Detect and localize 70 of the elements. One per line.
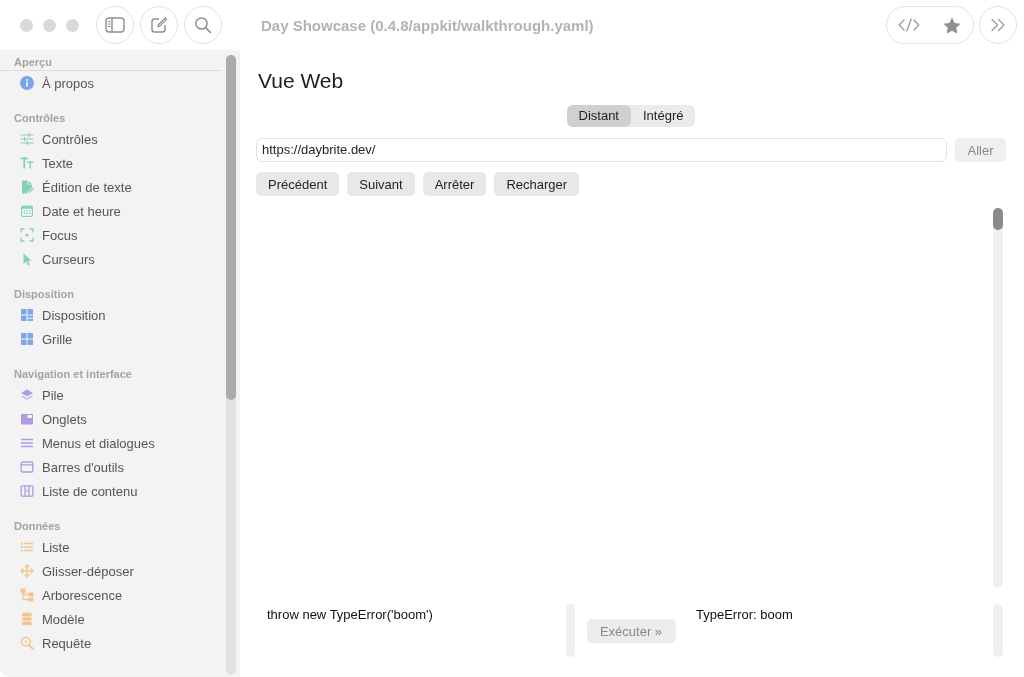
compose-icon: [150, 16, 168, 34]
compose-button[interactable]: [140, 6, 178, 44]
sidebar-item[interactable]: Liste: [20, 535, 70, 559]
segment-tab[interactable]: Distant: [566, 105, 631, 127]
search-button[interactable]: [184, 6, 222, 44]
window-icon: [20, 460, 34, 474]
sidebar-item[interactable]: Édition de texte: [20, 175, 132, 199]
sidebar-item[interactable]: Focus: [20, 223, 78, 247]
sidebar-item[interactable]: Requête: [20, 631, 92, 655]
sidebar-item[interactable]: Onglets: [20, 407, 87, 431]
sidebar-item[interactable]: Modèle: [20, 607, 85, 631]
section-header: Aperçu: [14, 55, 52, 70]
sidebar-item[interactable]: Disposition: [20, 303, 106, 327]
sidebar-toggle-button[interactable]: [96, 6, 134, 44]
url-field[interactable]: https://daybrite.dev/: [256, 138, 947, 162]
scrollbar-thumb[interactable]: [993, 208, 1003, 230]
nav-button[interactable]: Précédent: [256, 172, 340, 196]
tab-window-icon: [20, 412, 34, 426]
lines-icon: [20, 436, 34, 450]
sidebar-item[interactable]: Pile: [20, 383, 64, 407]
document-pencil-icon: [20, 180, 34, 194]
sidebar-item[interactable]: Curseurs: [20, 247, 95, 271]
scrollbar-thumb[interactable]: [226, 55, 236, 400]
info-icon: [20, 76, 34, 90]
section-header: Navigation et interface: [14, 367, 132, 382]
magnifier-icon: [20, 636, 34, 650]
section-header: Disposition: [14, 287, 74, 302]
page-title: Vue Web: [258, 68, 344, 94]
window-close-button[interactable]: [20, 18, 33, 32]
nav-button[interactable]: Suivant: [347, 172, 415, 196]
sidebar-item[interactable]: Glisser-déposer: [20, 559, 134, 583]
section-header: Contrôles: [14, 111, 66, 126]
window-minimize-button[interactable]: [43, 18, 56, 32]
scrollbar-track[interactable]: [226, 55, 236, 675]
sidebar-icon: [105, 17, 125, 33]
window-title: Day Showcase (0.4.8/appkit/walkthrough.yaml): [261, 16, 594, 34]
sliders-icon: [20, 132, 34, 146]
sidebar-item[interactable]: Contrôles: [20, 127, 98, 151]
focus-frame-icon: [20, 228, 34, 242]
code-text[interactable]: throw new TypeError('boom'): [267, 607, 433, 623]
sidebar-item[interactable]: Date et heure: [20, 199, 121, 223]
double-chevron-icon: [990, 18, 1006, 32]
sidebar-item[interactable]: Texte: [20, 151, 74, 175]
text-size-icon: [20, 156, 34, 170]
layout-icon: [20, 308, 34, 322]
sidebar-item[interactable]: Liste de contenu: [20, 479, 138, 503]
scrollbar-track[interactable]: [993, 208, 1003, 588]
sidebar-item[interactable]: Arborescence: [20, 583, 123, 607]
sidebar-item[interactable]: À propos: [20, 71, 95, 95]
expand-button[interactable]: [979, 6, 1017, 44]
calendar-icon: [20, 204, 34, 218]
sidebar-item[interactable]: Menus et dialogues: [20, 431, 155, 455]
nav-button[interactable]: Arrêter: [422, 172, 487, 196]
window-zoom-button[interactable]: [66, 18, 79, 32]
sidebar-item[interactable]: Grille: [20, 327, 73, 351]
sidebar-item[interactable]: Barres d'outils: [20, 455, 124, 479]
layers-icon: [20, 388, 34, 402]
list-icon: [20, 540, 34, 554]
database-icon: [20, 612, 34, 626]
tree-icon: [20, 588, 34, 602]
grid-icon: [20, 332, 34, 346]
columns-icon: [20, 484, 34, 498]
nav-button[interactable]: Recharger: [494, 172, 580, 196]
segment-tab[interactable]: Intégré: [631, 105, 696, 127]
code-icon: [897, 18, 920, 32]
star-icon: [942, 16, 961, 34]
section-header: Données: [14, 519, 61, 534]
output-text: TypeError: boom: [696, 607, 793, 623]
search-icon: [194, 16, 212, 34]
move-arrows-icon: [20, 564, 34, 578]
